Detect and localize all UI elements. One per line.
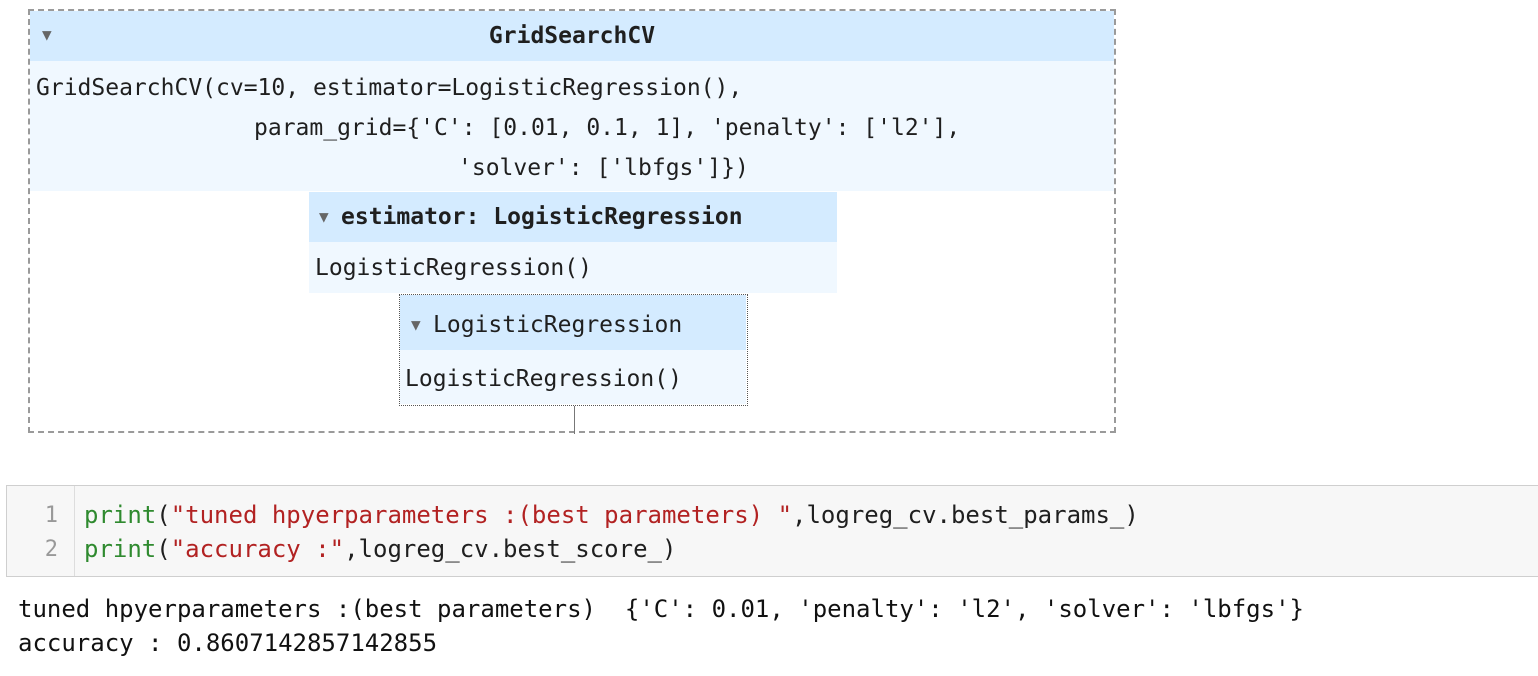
code-rest: ,logreg_cv.best_params_) [792,501,1139,529]
code-rest: ,logreg_cv.best_score_) [344,535,677,563]
logistic-regression-repr-text: LogisticRegression() [405,366,682,392]
connector-line [574,406,575,434]
estimator-label: estimator: LogisticRegression [341,204,743,230]
repr-line: param_grid={'C': [0.01, 0.1, 1], 'penalt… [254,115,961,141]
logistic-regression-box: ▼ LogisticRegression LogisticRegression(… [399,294,748,406]
estimator-toggle[interactable]: ▼ estimator: LogisticRegression [309,192,837,242]
gridsearchcv-title: GridSearchCV [488,23,656,49]
logistic-regression-repr: LogisticRegression() [400,350,746,404]
line-number: 2 [44,537,58,562]
logistic-regression-toggle[interactable]: ▼ LogisticRegression [400,295,746,350]
output-line-params: tuned hpyerparameters :(best parameters)… [18,595,1304,623]
string-literal: "tuned hpyerparameters :(best parameters… [170,501,793,529]
output-line-accuracy: accuracy : 0.8607142857142855 [18,629,438,657]
gridsearchcv-toggle[interactable]: ▼ GridSearchCV [30,11,1114,61]
code-line-2[interactable]: print("accuracy :",logreg_cv.best_score_… [84,535,676,563]
paren: ( [156,501,171,529]
code-line-1[interactable]: print("tuned hpyerparameters :(best para… [84,501,1139,529]
print-keyword: print [84,535,157,563]
string-literal: "accuracy :" [170,535,345,563]
repr-line: 'solver': ['lbfgs']}) [458,155,749,181]
repr-line: GridSearchCV(cv=10, estimator=LogisticRe… [36,75,743,101]
triangle-down-icon[interactable]: ▼ [411,317,421,333]
gridsearchcv-repr: GridSearchCV(cv=10, estimator=LogisticRe… [30,61,1114,191]
estimator-repr: LogisticRegression() [309,242,837,293]
logistic-regression-label: LogisticRegression [433,312,683,338]
paren: ( [156,535,171,563]
print-keyword: print [84,501,157,529]
line-number-gutter: 1 2 [7,486,75,576]
line-number: 1 [44,503,58,528]
triangle-down-icon[interactable]: ▼ [319,209,329,225]
estimator-repr-text: LogisticRegression() [315,255,592,281]
code-cell[interactable]: 1 2 print("tuned hpyerparameters :(best … [6,485,1538,577]
estimator-diagram: ▼ GridSearchCV GridSearchCV(cv=10, estim… [28,9,1116,434]
